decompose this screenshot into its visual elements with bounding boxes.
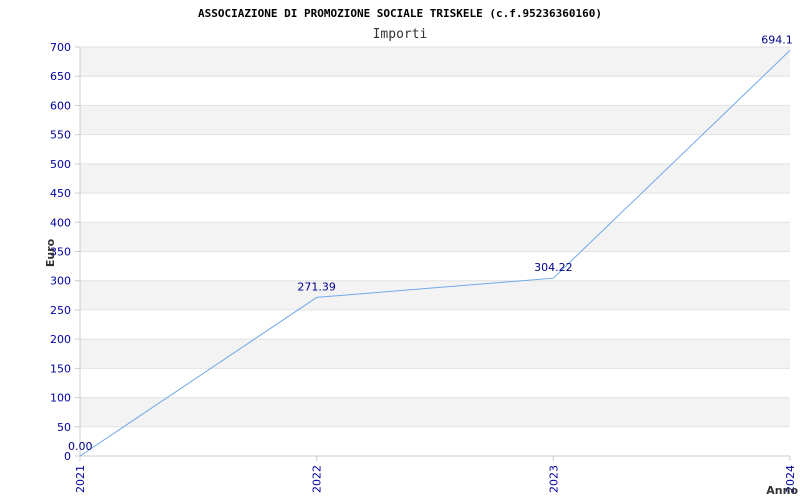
y-tick-label: 100 [50, 392, 71, 405]
data-label: 271.39 [297, 280, 336, 293]
grid-band [80, 309, 790, 340]
data-label: 0.00 [68, 440, 93, 453]
x-axis-label: Anno [766, 484, 798, 497]
grid-band [80, 76, 790, 106]
grid-band [80, 280, 790, 310]
grid-band [80, 368, 790, 398]
line-chart: ASSOCIAZIONE DI PROMOZIONE SOCIALE TRISK… [44, 7, 798, 497]
grid-band [80, 193, 790, 223]
y-tick-label: 500 [50, 158, 71, 171]
grid-band [80, 397, 790, 427]
y-tick-label: 250 [50, 304, 71, 317]
x-tick-label: 2021 [74, 465, 87, 493]
y-tick-label: 50 [57, 421, 71, 434]
data-label: 304.22 [534, 261, 573, 274]
data-label: 694.1 [761, 33, 793, 46]
grid-band [80, 426, 790, 456]
y-tick-label: 150 [50, 362, 71, 375]
y-tick-label: 300 [50, 275, 71, 288]
x-axis-ticks: 2021 2022 2023 2024 [74, 456, 797, 493]
chart-title: ASSOCIAZIONE DI PROMOZIONE SOCIALE TRISK… [198, 7, 602, 20]
grid-band [80, 222, 790, 252]
grid-band [80, 105, 790, 135]
y-tick-label: 550 [50, 129, 71, 142]
y-tick-label: 600 [50, 99, 71, 112]
chart-subtitle: Importi [373, 27, 428, 42]
x-tick-label: 2023 [547, 465, 560, 493]
grid-band [80, 251, 790, 281]
y-tick-label: 400 [50, 216, 71, 229]
grid-band [80, 163, 790, 194]
grid-band [80, 339, 790, 369]
y-tick-label: 450 [50, 187, 71, 200]
y-axis-label: Euro [44, 238, 57, 267]
y-tick-label: 700 [50, 41, 71, 54]
grid-band [80, 134, 790, 164]
x-tick-label: 2022 [311, 465, 324, 493]
grid-band [80, 47, 790, 77]
y-tick-label: 200 [50, 333, 71, 346]
y-tick-label: 650 [50, 70, 71, 83]
